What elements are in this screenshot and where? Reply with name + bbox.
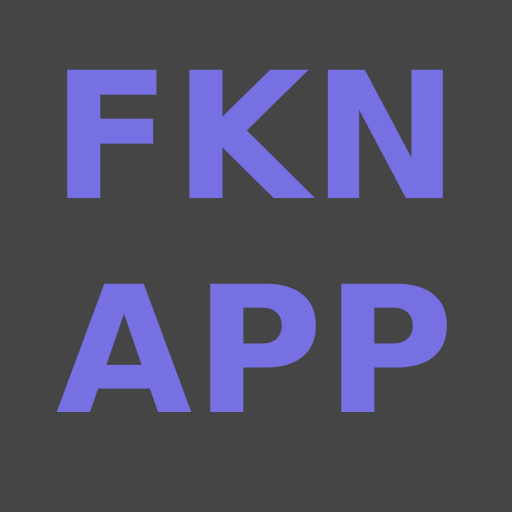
- app-logo: FKN APP: [0, 0, 512, 512]
- logo-text-line-1: FKN: [51, 35, 461, 240]
- logo-text-line-2: APP: [55, 249, 457, 454]
